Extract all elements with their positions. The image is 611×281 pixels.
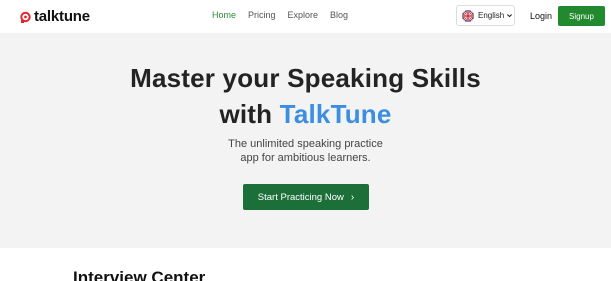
chevron-right-icon: ›	[350, 191, 355, 203]
logo-text: talktune	[34, 8, 90, 25]
language-label: English	[478, 11, 505, 20]
signup-button[interactable]: Signup	[558, 6, 605, 26]
hero-title-line2: with TalkTune	[0, 99, 611, 130]
login-button[interactable]: Login	[530, 11, 552, 21]
nav-home[interactable]: Home	[212, 10, 236, 20]
hero-title-prefix: with	[219, 99, 280, 129]
main-nav: Home Pricing Explore Blog	[212, 10, 360, 20]
top-navbar: talktune Home Pricing Explore Blog Engli…	[0, 0, 611, 33]
chevron-down-icon	[507, 14, 513, 18]
nav-explore[interactable]: Explore	[288, 10, 319, 20]
nav-blog[interactable]: Blog	[330, 10, 348, 20]
cta-label: Start Practicing Now	[257, 191, 344, 203]
hero-brand-name: TalkTune	[279, 99, 392, 129]
logo-icon	[20, 11, 31, 23]
hero-subtitle-line1: The unlimited speaking practice	[228, 138, 383, 150]
hero-section: Master your Speaking Skills with TalkTun…	[0, 33, 611, 248]
nav-pricing[interactable]: Pricing	[248, 10, 276, 20]
logo[interactable]: talktune	[20, 8, 90, 25]
hero-subtitle-line2: app for ambitious learners.	[240, 152, 371, 164]
language-selector[interactable]: English	[456, 5, 515, 26]
interview-center-title: Interview Center	[73, 268, 206, 281]
hero-title-line1: Master your Speaking Skills	[130, 63, 481, 93]
start-practicing-button[interactable]: Start Practicing Now ›	[243, 184, 369, 210]
uk-flag-icon	[462, 9, 474, 22]
